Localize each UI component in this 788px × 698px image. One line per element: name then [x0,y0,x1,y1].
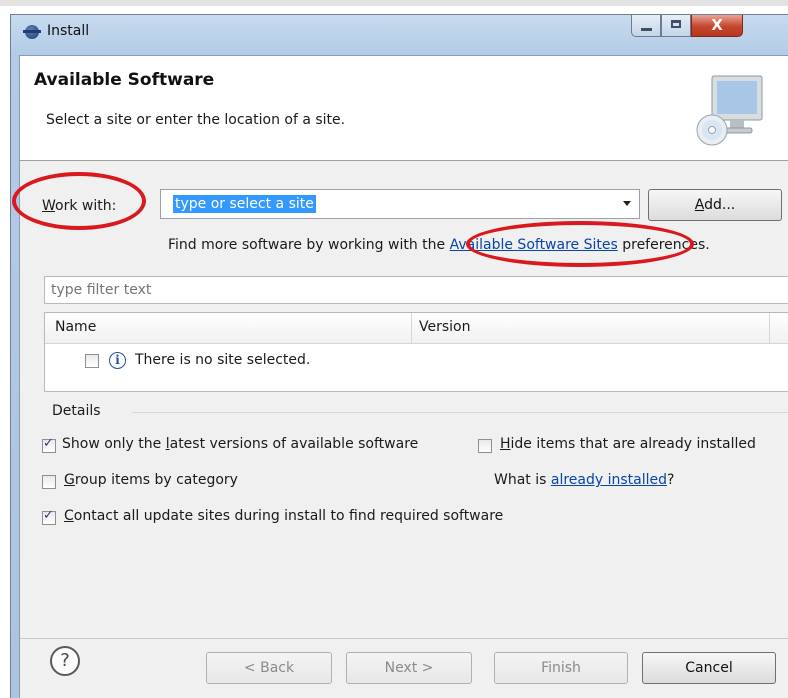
footer-divider [20,638,788,639]
software-install-monitor-cd-icon [696,75,763,146]
close-icon: X [711,16,723,34]
add-site-button[interactable]: Add... [648,189,782,221]
highlight-circle-work-with [12,172,146,230]
group-by-category-checkbox[interactable] [42,475,56,489]
close-button[interactable]: X [691,15,743,37]
show-latest-checkbox[interactable] [42,436,56,453]
maximize-icon [671,20,681,28]
tree-header: Name Version [45,313,788,344]
dropdown-arrow-icon[interactable] [623,201,631,206]
eclipse-app-icon [23,25,41,39]
details-group-label: Details [52,403,101,419]
site-combo-selected-text: type or select a site [173,195,316,213]
page-title: Available Software [34,70,215,90]
back-button[interactable]: < Back [206,652,332,684]
filter-input[interactable] [44,276,788,304]
highlight-circle-software-sites-link [466,221,694,267]
column-divider[interactable] [769,313,770,343]
hide-installed-checkbox[interactable] [478,439,492,453]
maximize-button[interactable] [661,15,691,37]
help-icon[interactable]: ? [50,646,80,676]
already-installed-link[interactable]: already installed [551,472,667,488]
contact-sites-checkbox[interactable] [42,508,56,525]
minimize-button[interactable] [631,15,661,37]
option-hide-installed[interactable]: Hide items that are already installed [478,436,756,453]
page-description: Select a site or enter the location of a… [46,112,346,128]
option-show-latest-versions[interactable]: Show only the latest versions of availab… [42,436,418,453]
tree-row-checkbox[interactable] [85,354,99,368]
software-tree: Name Version i There is no site selected… [44,312,788,392]
window-title: Install [47,23,90,39]
work-with-combo[interactable]: type or select a site [160,189,640,219]
option-contact-update-sites[interactable]: Contact all update sites during install … [42,508,503,525]
option-group-by-category[interactable]: Group items by category [42,472,238,489]
column-header-version[interactable]: Version [419,319,470,335]
finish-button[interactable]: Finish [494,652,628,684]
cancel-button[interactable]: Cancel [642,652,776,684]
minimize-icon [641,28,652,31]
details-divider [132,412,788,413]
column-header-name[interactable]: Name [55,319,96,335]
next-button[interactable]: Next > [346,652,472,684]
install-window: Install X Available Software Select a si… [10,14,788,698]
top-strip [0,0,788,6]
empty-message: There is no site selected. [135,352,311,368]
title-bar[interactable]: Install X [11,15,788,49]
wizard-header: Available Software Select a site or ente… [20,56,788,161]
info-icon: i [109,352,126,369]
column-divider[interactable] [411,313,412,343]
what-is-installed-text: What is already installed? [494,472,675,488]
dialog-client-area: Available Software Select a site or ente… [19,55,788,698]
